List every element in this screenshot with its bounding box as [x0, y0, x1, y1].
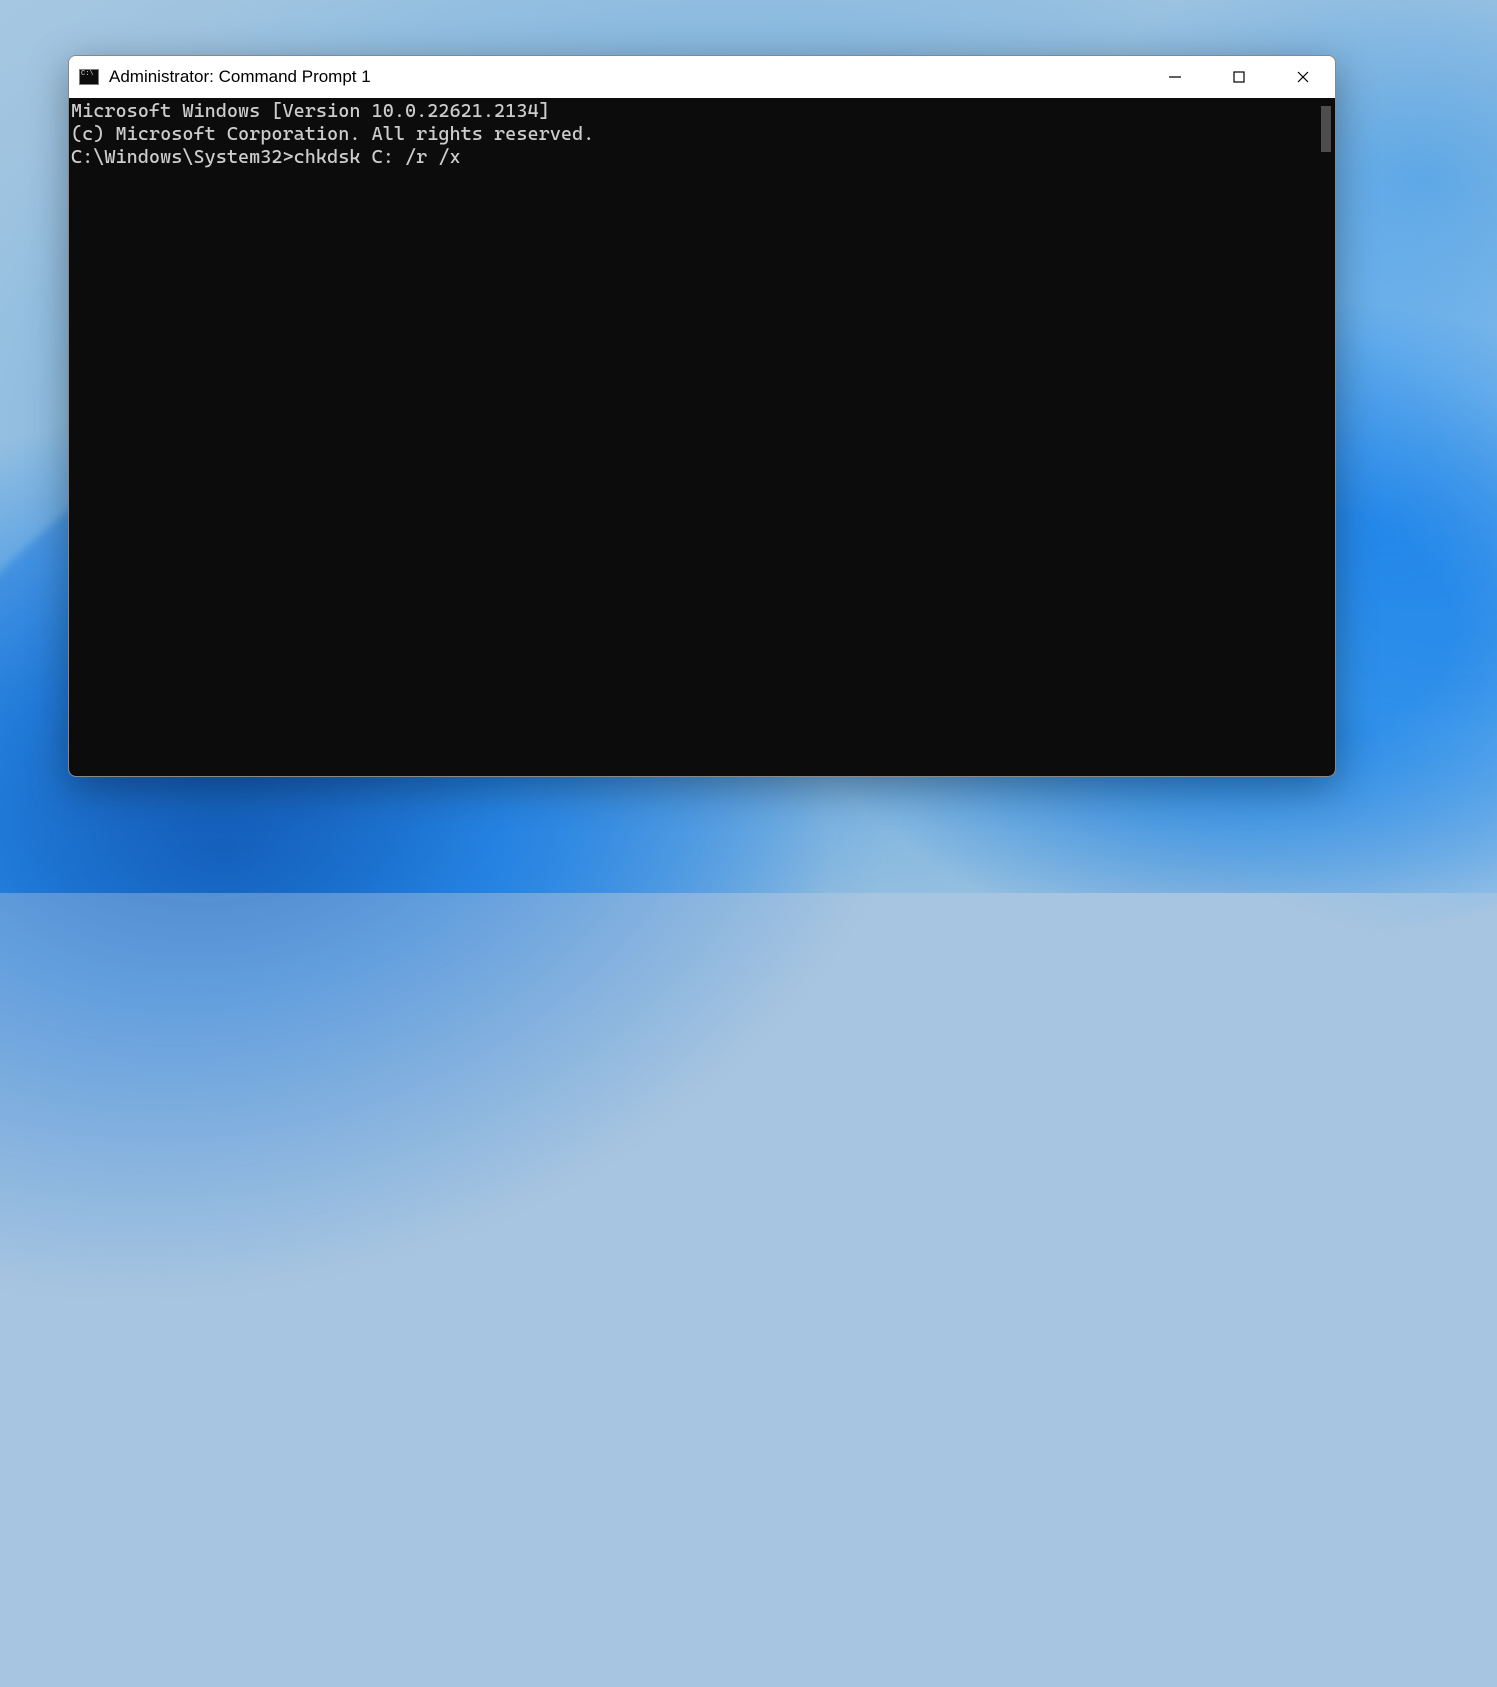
- window-title: Administrator: Command Prompt 1: [109, 67, 371, 87]
- terminal-line: Microsoft Windows [Version 10.0.22621.21…: [69, 100, 1317, 123]
- maximize-button[interactable]: [1207, 56, 1271, 98]
- terminal-prompt: C:\Windows\System32>: [71, 146, 294, 168]
- terminal-area: Microsoft Windows [Version 10.0.22621.21…: [69, 98, 1335, 776]
- window-controls: [1143, 56, 1335, 98]
- command-prompt-window: Administrator: Command Prompt 1 Mic: [68, 55, 1336, 777]
- terminal-command: chkdsk C: /r /x: [294, 146, 461, 168]
- terminal-prompt-line: C:\Windows\System32>chkdsk C: /r /x: [69, 146, 1317, 169]
- scrollbar-thumb[interactable]: [1321, 106, 1331, 152]
- close-button[interactable]: [1271, 56, 1335, 98]
- scrollbar-track[interactable]: [1317, 98, 1335, 776]
- minimize-button[interactable]: [1143, 56, 1207, 98]
- command-prompt-icon: [79, 69, 99, 85]
- close-icon: [1296, 70, 1310, 84]
- terminal-output[interactable]: Microsoft Windows [Version 10.0.22621.21…: [69, 98, 1317, 776]
- maximize-icon: [1232, 70, 1246, 84]
- minimize-icon: [1168, 70, 1182, 84]
- titlebar[interactable]: Administrator: Command Prompt 1: [69, 56, 1335, 98]
- terminal-line: (c) Microsoft Corporation. All rights re…: [69, 123, 1317, 146]
